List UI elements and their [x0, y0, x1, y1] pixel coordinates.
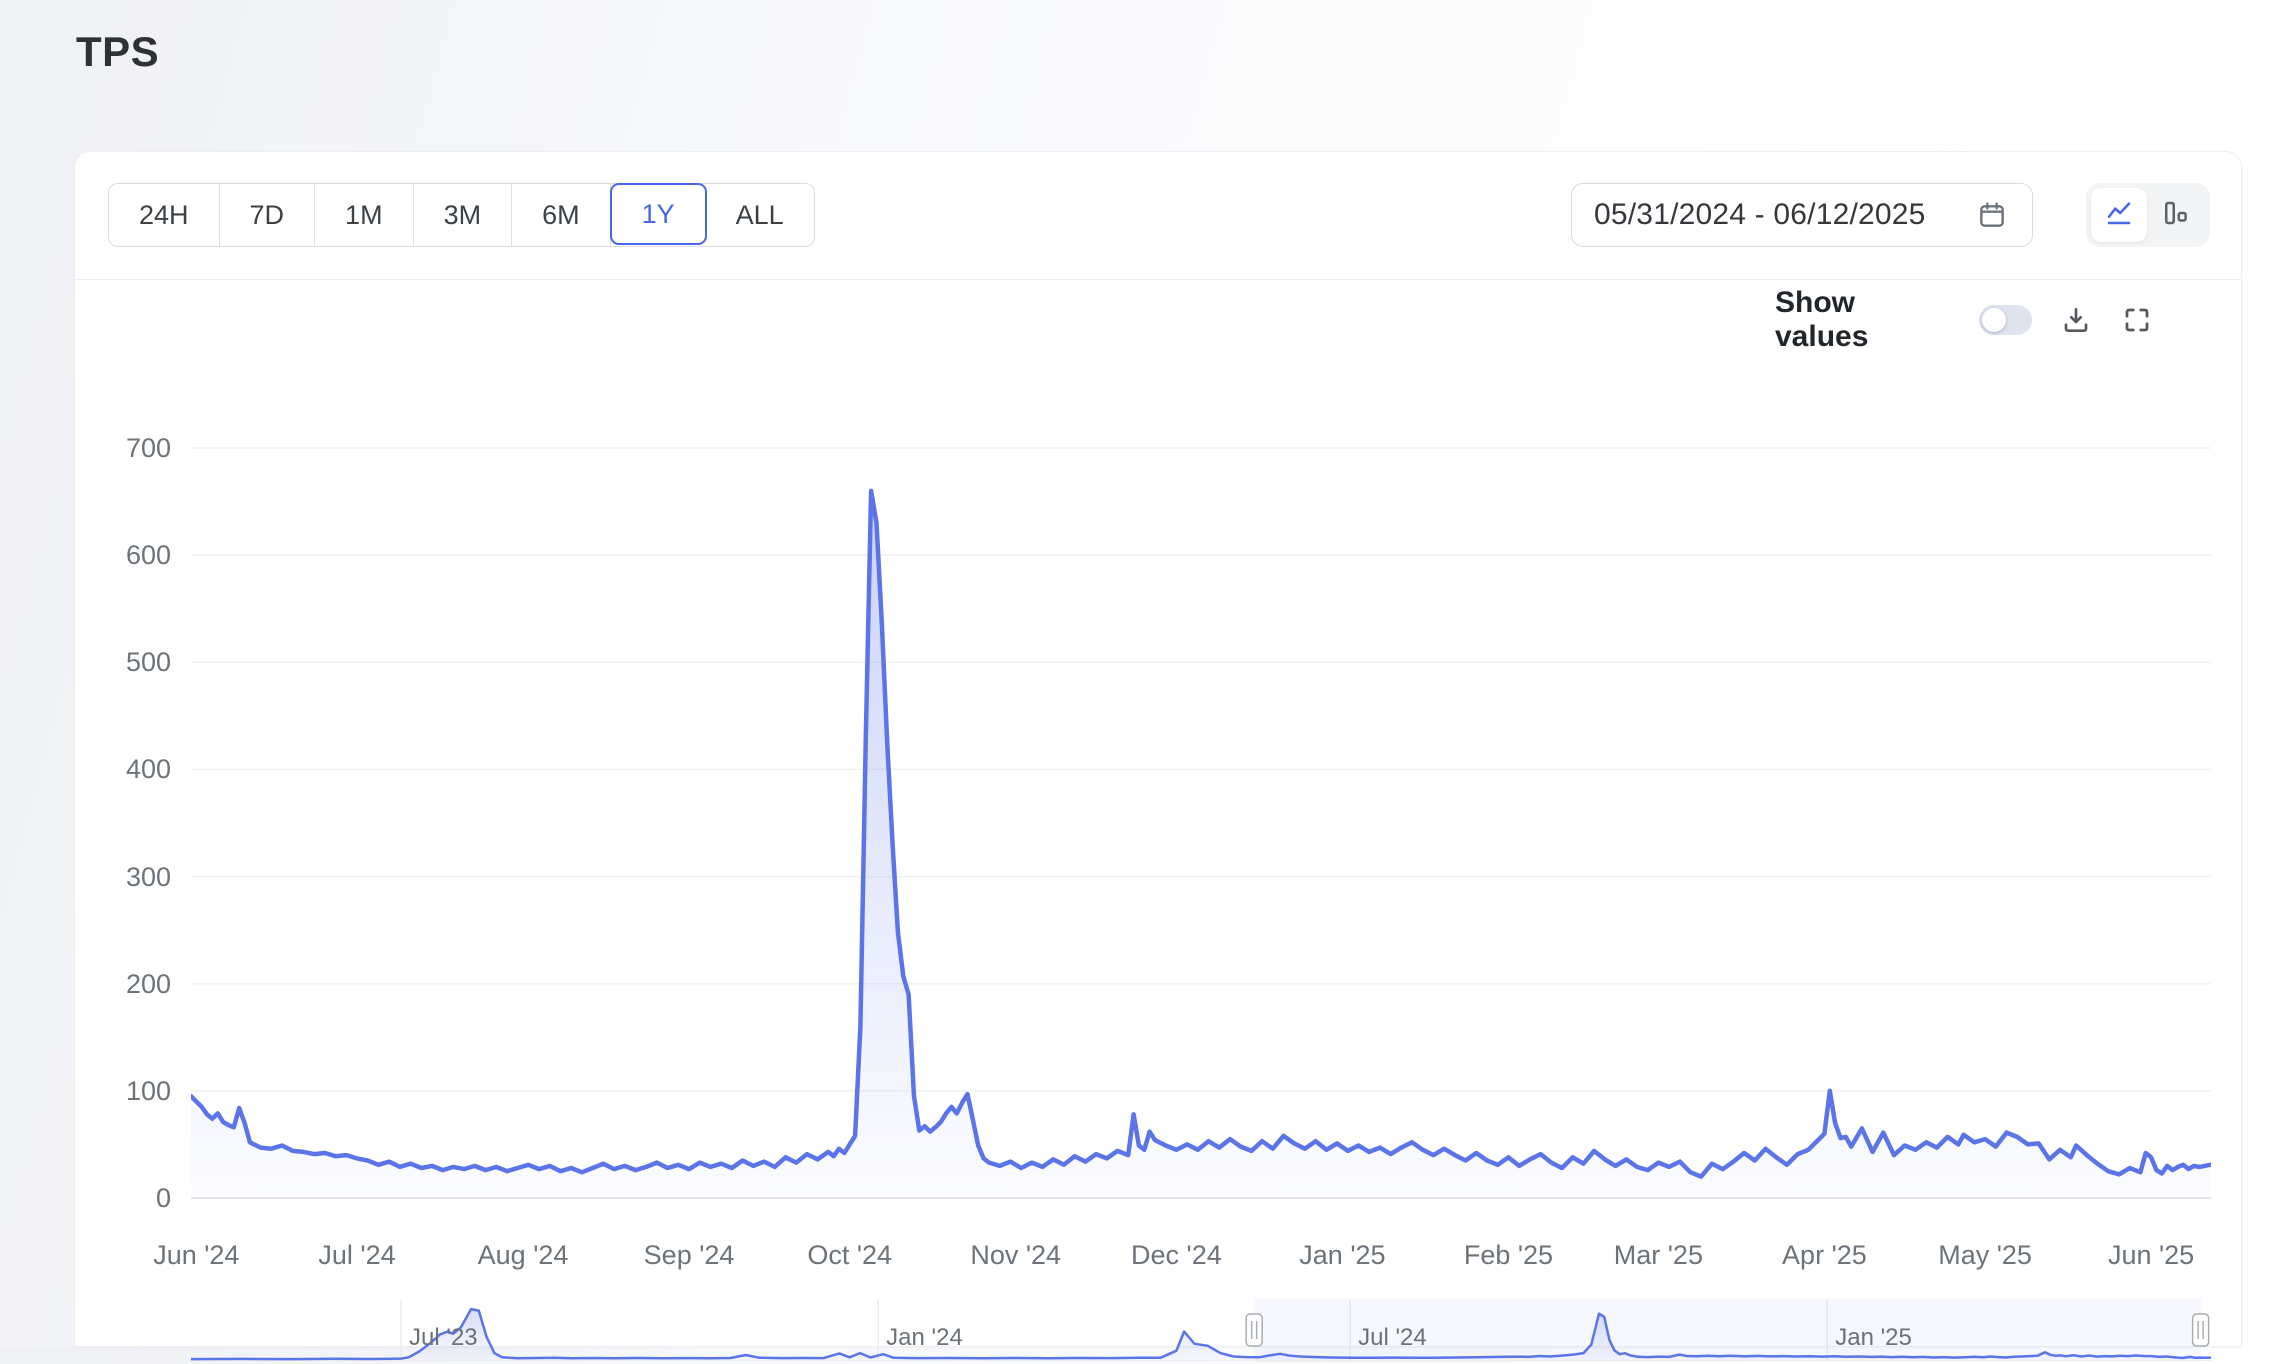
range-button-3m[interactable]: 3M [414, 184, 513, 246]
range-button-1y[interactable]: 1Y [610, 183, 707, 245]
y-tick-label: 400 [85, 754, 171, 785]
series-area [191, 491, 2210, 1198]
line-chart-toggle[interactable] [2091, 188, 2147, 242]
toggle-knob [1982, 308, 2006, 332]
x-tick-label: Jun '24 [131, 1240, 261, 1271]
x-tick-label: Oct '24 [785, 1240, 915, 1271]
show-values-toggle[interactable] [1979, 305, 2032, 335]
chart-panel: 24H 7D 1M 3M 6M 1Y ALL 05/31/2024 - 06/1… [74, 151, 2242, 1347]
navigator-tick-label: Jul '23 [409, 1324, 478, 1352]
toolbar: 24H 7D 1M 3M 6M 1Y ALL 05/31/2024 - 06/1… [75, 152, 2241, 280]
date-range-picker[interactable]: 05/31/2024 - 06/12/2025 [1571, 183, 2033, 247]
navigator-tick-label: Jan '25 [1835, 1324, 1912, 1352]
range-button-7d[interactable]: 7D [220, 184, 316, 246]
x-tick-label: Jan '25 [1277, 1240, 1407, 1271]
range-button-24h[interactable]: 24H [109, 184, 220, 246]
x-tick-label: Feb '25 [1443, 1240, 1573, 1271]
y-tick-label: 100 [85, 1076, 171, 1107]
x-tick-label: May '25 [1920, 1240, 2050, 1271]
y-tick-label: 200 [85, 969, 171, 1000]
navigator-tick-label: Jul '24 [1358, 1324, 1427, 1352]
x-tick-label: Aug '24 [458, 1240, 588, 1271]
x-tick-label: Apr '25 [1759, 1240, 1889, 1271]
y-tick-label: 300 [85, 862, 171, 893]
x-tick-label: Jul '24 [292, 1240, 422, 1271]
navigator-handle-left[interactable] [1246, 1314, 1262, 1346]
fullscreen-icon[interactable] [2120, 302, 2155, 338]
x-tick-label: Dec '24 [1111, 1240, 1241, 1271]
x-tick-label: Jun '25 [2086, 1240, 2216, 1271]
x-tick-label: Mar '25 [1593, 1240, 1723, 1271]
chart-controls: Show values [1775, 298, 2155, 342]
navigator-handle-right[interactable] [2193, 1314, 2209, 1346]
x-tick-label: Nov '24 [951, 1240, 1081, 1271]
show-values-label: Show values [1775, 286, 1953, 354]
y-tick-label: 600 [85, 540, 171, 571]
x-tick-label: Sep '24 [624, 1240, 754, 1271]
range-button-6m[interactable]: 6M [512, 184, 611, 246]
line-chart-icon [2104, 198, 2134, 233]
date-range-value: 05/31/2024 - 06/12/2025 [1594, 198, 1926, 232]
bar-chart-toggle[interactable] [2147, 188, 2203, 242]
navigator-tick-label: Jan '24 [886, 1324, 963, 1352]
range-button-all[interactable]: ALL [706, 184, 814, 246]
series-line [191, 491, 2210, 1177]
chart-type-toggle [2086, 183, 2210, 247]
bar-chart-icon [2160, 198, 2190, 233]
download-icon[interactable] [2058, 302, 2093, 338]
time-range-group: 24H 7D 1M 3M 6M 1Y ALL [108, 183, 815, 247]
main-chart [191, 437, 2211, 1199]
toolbar-divider [75, 279, 2241, 280]
y-tick-label: 700 [85, 433, 171, 464]
y-tick-label: 0 [85, 1183, 171, 1214]
gridlines [191, 448, 2211, 1198]
range-button-1m[interactable]: 1M [315, 184, 414, 246]
page-title: TPS [76, 28, 159, 76]
y-tick-label: 500 [85, 647, 171, 678]
calendar-icon [1974, 197, 2010, 233]
